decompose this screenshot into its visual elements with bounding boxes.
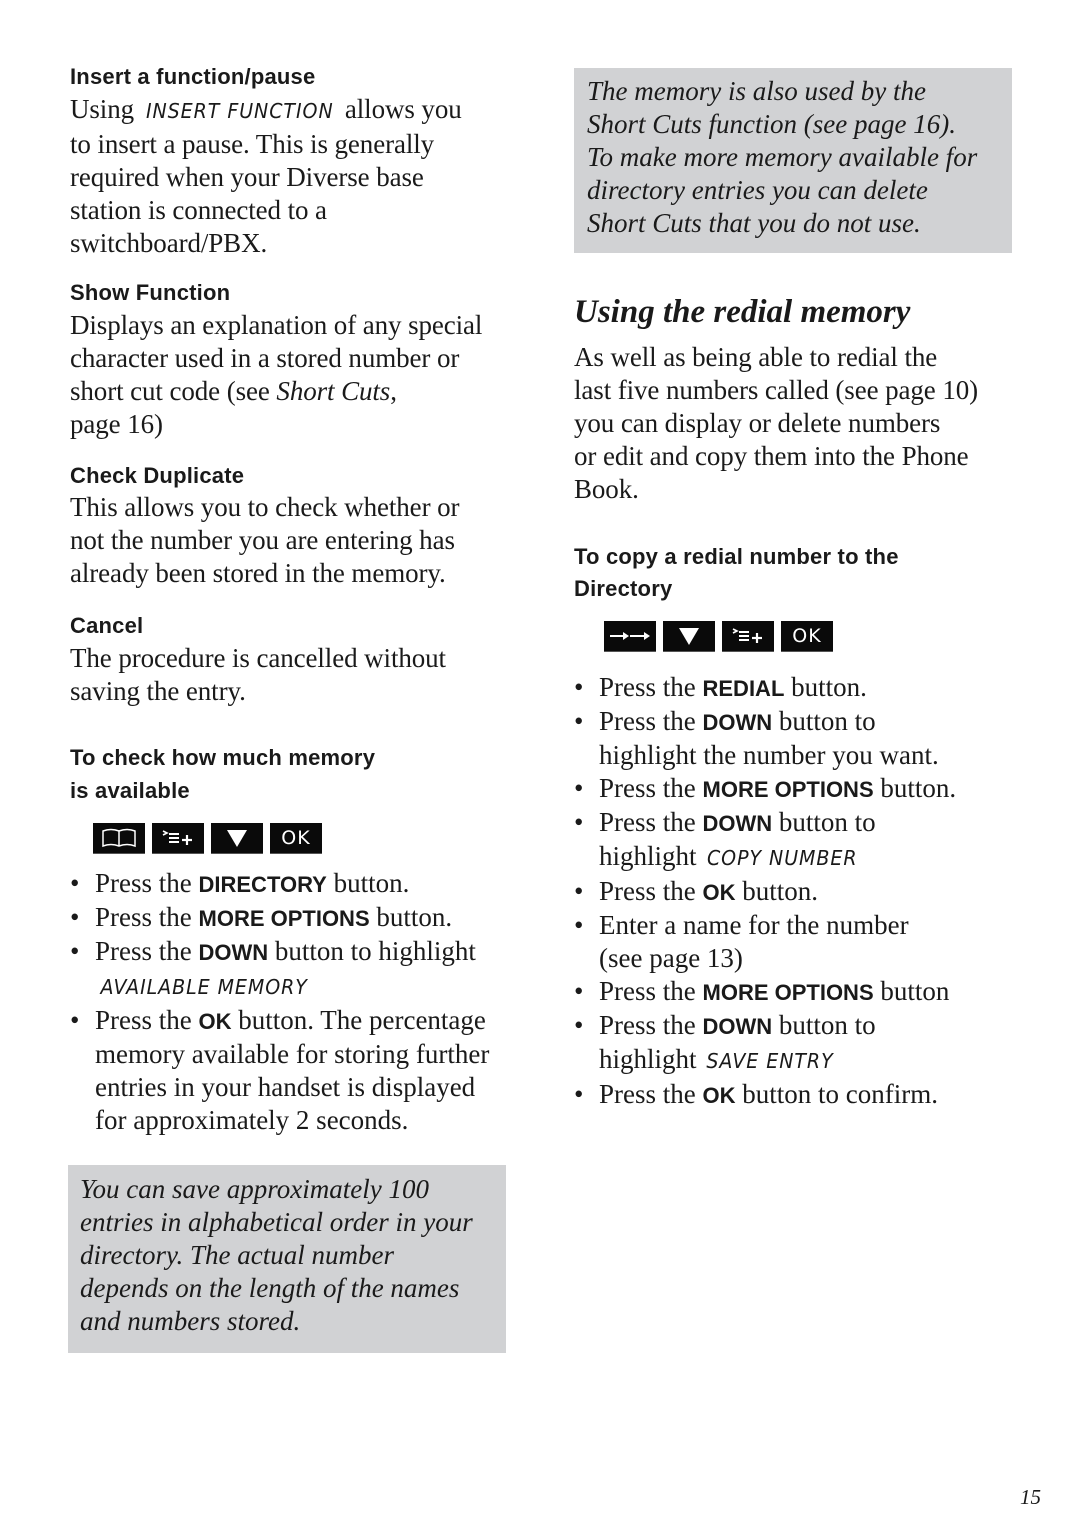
list-item: • Press the MORE OPTIONS button: [574, 976, 950, 1006]
section-title-redial-memory: Using the redial memory: [574, 294, 911, 330]
more-options-icon: [162, 830, 192, 845]
insert-function-text: Using INSERT FUNCTION allows you to inse…: [70, 94, 462, 258]
lcd-save-entry: SAVE ENTRY: [706, 1049, 834, 1073]
list-item: • Press the REDIAL button.: [574, 672, 867, 702]
list-item: • Press the MORE OPTIONS button.: [70, 902, 453, 932]
down-arrow-icon: [227, 830, 247, 847]
copy-key-sequence: OK: [604, 621, 833, 651]
list-item: • Press the MORE OPTIONS button.: [574, 773, 957, 803]
copy-steps-list: • Press the REDIAL button. • Press the DOW…: [574, 671, 1034, 1112]
memory-steps-list: • Press the DIRECTORY button. • Press the …: [70, 867, 530, 1137]
directory-key: [93, 823, 145, 853]
show-function-heading: Show Function: [70, 280, 231, 305]
list-item: • Press the OK button to confirm.: [574, 1079, 938, 1109]
list-item: • Press the OK button.: [574, 876, 819, 906]
insert-function-heading: Insert a function/pause: [70, 64, 316, 89]
redial-intro-text: As well as being able to redial the last…: [574, 342, 979, 504]
memory-heading-line2: is available: [70, 778, 190, 803]
more-options-icon: [732, 628, 762, 643]
down-key: [211, 823, 263, 853]
book-icon: [102, 828, 136, 848]
down-key: [663, 621, 715, 651]
memory-key-sequence: OK: [93, 823, 322, 853]
down-arrow-icon: [679, 628, 699, 645]
directory-capacity-note: You can save approximately 100 entries i…: [68, 1165, 506, 1353]
show-function-text: Displays an explanation of any special c…: [70, 310, 483, 439]
list-item: • Press the DIRECTORY button.: [70, 868, 410, 898]
more-options-key: [152, 823, 204, 853]
copy-redial-heading-line1: To copy a redial number to the: [574, 544, 899, 569]
page-number: 15: [1020, 1485, 1041, 1509]
list-item: • Enter a name for the number (see page 13…: [574, 910, 909, 973]
check-duplicate-heading: Check Duplicate: [70, 463, 245, 488]
lcd-copy-number: COPY NUMBER: [707, 846, 858, 870]
list-item: • Press the DOWN button to highlight AVAIL…: [70, 935, 530, 1004]
memory-heading-line1: To check how much memory: [70, 745, 376, 770]
short-cuts-memory-note: The memory is also used by the Short Cut…: [574, 68, 1012, 253]
copy-redial-heading-line2: Directory: [574, 576, 673, 601]
lcd-insert-function: INSERT FUNCTION: [145, 99, 334, 123]
check-duplicate-text: This allows you to check whether or not …: [70, 492, 460, 588]
redial-icon: [610, 632, 650, 640]
list-item: • Press the OK button. The percentage memo…: [70, 1005, 490, 1135]
cancel-heading: Cancel: [70, 613, 144, 638]
ok-key: OK: [781, 621, 833, 651]
redial-key: [604, 621, 656, 651]
list-item: • Press the DOWN button to highlight COPY …: [574, 806, 1034, 875]
ok-key: OK: [270, 823, 322, 853]
cancel-text: The procedure is cancelled without savin…: [70, 643, 446, 706]
list-item: • Press the DOWN button to highlight SAVE …: [574, 1009, 1034, 1078]
list-item: • Press the DOWN button to highlight the n…: [574, 706, 939, 770]
short-cuts-reference: Short Cuts: [276, 376, 391, 406]
more-options-key: [722, 621, 774, 651]
lcd-available-memory: AVAILABLE MEMORY: [100, 975, 308, 999]
